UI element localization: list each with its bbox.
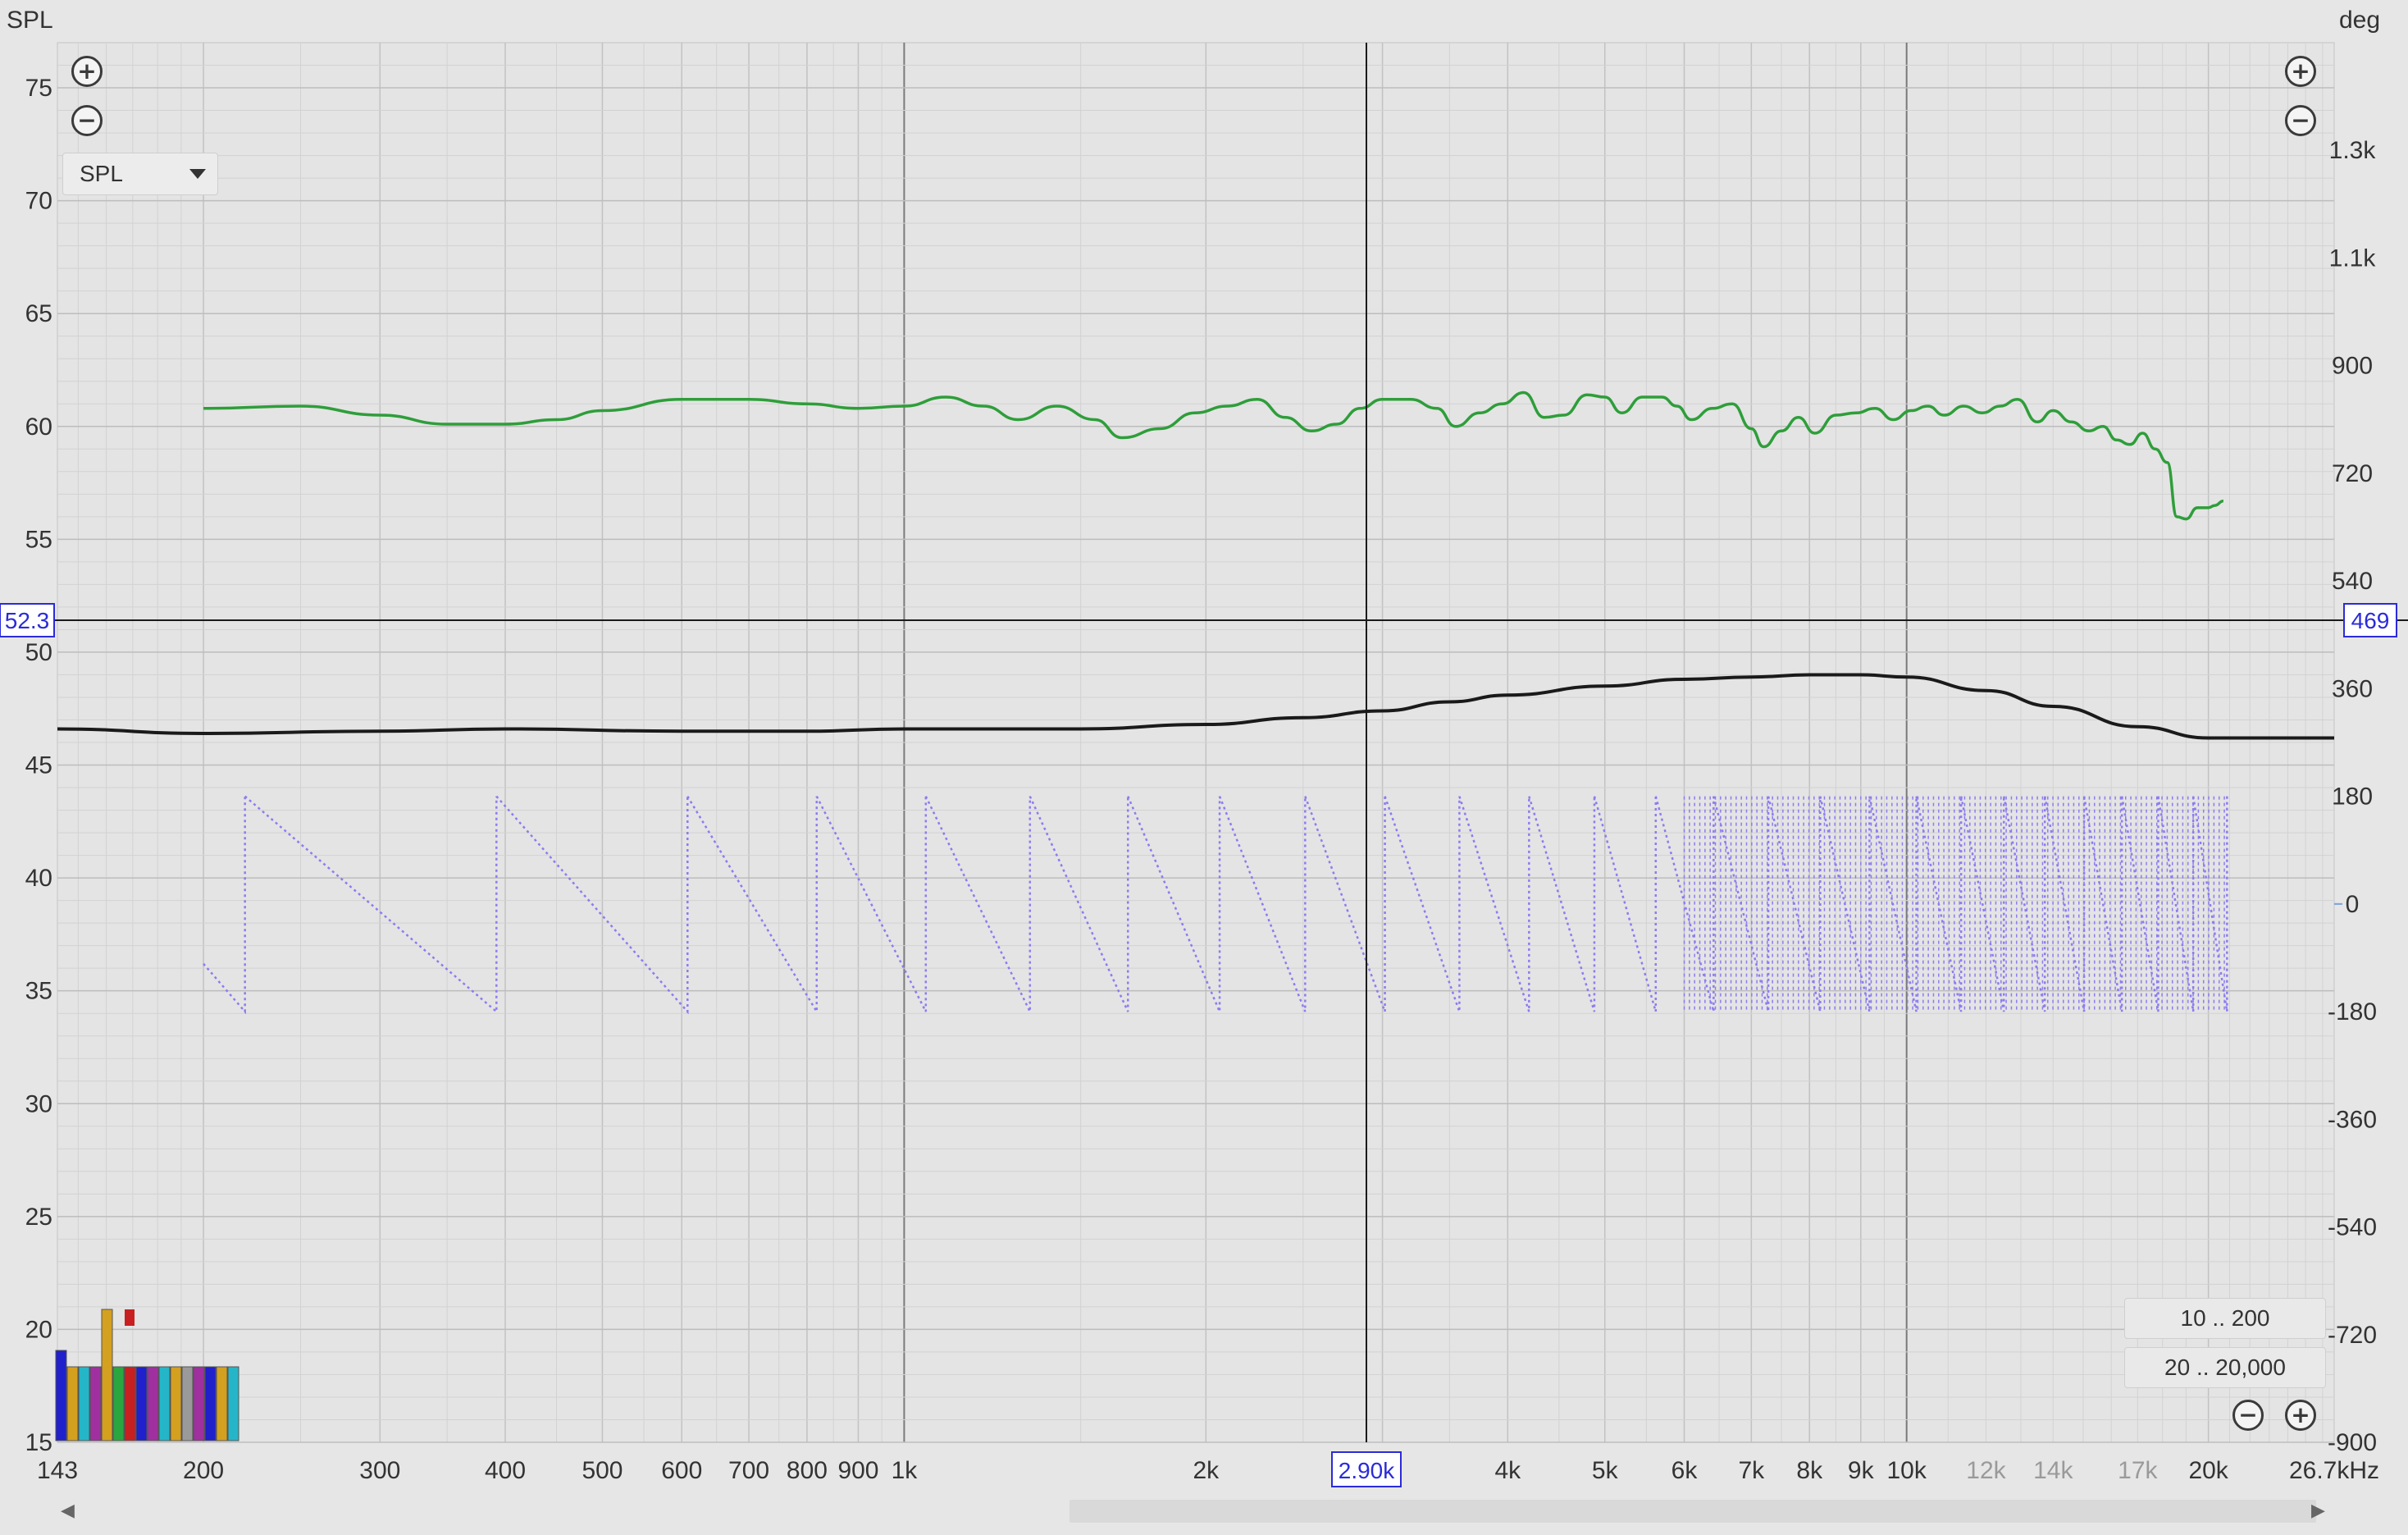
- right-axis-tick-label: 360: [2332, 675, 2373, 702]
- histogram-bar: [193, 1366, 205, 1441]
- cursor-spl-value: 52.3: [5, 608, 50, 633]
- left-axis-tick-label: 60: [25, 413, 52, 441]
- x-axis-tick-label: 10k: [1886, 1457, 1927, 1484]
- right-axis-tick-label: 1.3k: [2329, 137, 2377, 164]
- x-axis-tick-label: 7k: [1739, 1457, 1766, 1484]
- left-axis-tick-label: 75: [25, 75, 52, 102]
- histogram-bar: [227, 1366, 239, 1441]
- x-axis-tick-label: 900: [837, 1457, 878, 1484]
- x-axis-tick-label: 500: [581, 1457, 623, 1484]
- zoom-out-icon[interactable]: −: [2232, 1400, 2264, 1431]
- scrollbar-thumb[interactable]: [1069, 1500, 2316, 1523]
- left-axis-tick-label: 70: [25, 188, 52, 215]
- right-axis-tick-label: 1.1k: [2329, 244, 2377, 272]
- histogram-bar: [55, 1350, 67, 1441]
- range-low-button[interactable]: 10 .. 200: [2124, 1298, 2326, 1339]
- x-axis-tick-label: 700: [728, 1457, 769, 1484]
- left-axis-tick-label: 65: [25, 300, 52, 327]
- histogram-bar: [158, 1366, 171, 1441]
- left-axis-tick-label: 50: [25, 639, 52, 666]
- histogram-bar: [181, 1366, 194, 1441]
- right-axis-tick-label: -360: [2328, 1106, 2377, 1133]
- x-axis-tick-label: 17k: [2118, 1457, 2158, 1484]
- right-axis-tick-label: 0: [2346, 891, 2360, 918]
- histogram-bar: [170, 1366, 182, 1441]
- histogram-bar: [204, 1366, 217, 1441]
- cursor-freq-value: 2.90k: [1339, 1458, 1395, 1483]
- left-axis-tick-label: 20: [25, 1316, 52, 1343]
- right-axis-tick-label: -900: [2328, 1429, 2377, 1456]
- zoom-in-icon[interactable]: +: [2285, 1400, 2316, 1431]
- left-axis-tick-label: 25: [25, 1204, 52, 1231]
- x-axis-tick-label: 143: [37, 1457, 78, 1484]
- spl-dropdown[interactable]: SPL: [62, 153, 218, 195]
- x-axis-tick-label: 1k: [892, 1457, 919, 1484]
- x-axis-tick-label: 9k: [1848, 1457, 1875, 1484]
- x-axis-tick-label: 200: [183, 1457, 224, 1484]
- left-axis-tick-label: 55: [25, 526, 52, 553]
- spl-dropdown-label: SPL: [80, 161, 123, 186]
- x-axis-tick-label: 14k: [2033, 1457, 2073, 1484]
- x-axis-tick-label: 800: [787, 1457, 828, 1484]
- zoom-in-icon[interactable]: +: [71, 56, 103, 87]
- histogram-bar: [112, 1366, 125, 1441]
- histogram-bar: [78, 1366, 90, 1441]
- x-axis-tick-label: 400: [485, 1457, 526, 1484]
- right-axis-tick-label: -180: [2328, 998, 2377, 1026]
- scroll-right-icon[interactable]: ▶: [2311, 1501, 2325, 1521]
- left-axis-title: SPL: [7, 7, 53, 34]
- zoom-in-icon[interactable]: +: [2285, 56, 2316, 87]
- x-axis-tick-label: 12k: [1966, 1457, 2006, 1484]
- right-axis-tick-label: 720: [2332, 460, 2373, 487]
- left-axis-tick-label: 15: [25, 1429, 52, 1456]
- x-axis-tick-label: 4k: [1494, 1457, 1521, 1484]
- histogram-bar: [89, 1366, 102, 1441]
- zoom-out-icon[interactable]: −: [71, 105, 103, 136]
- left-axis-tick-label: 30: [25, 1090, 52, 1117]
- frequency-response-plot[interactable]: 75 70 65 60 55 50 45 40 35 30 25 20 15 1.3k 1.1k 900 720…: [0, 0, 2408, 1535]
- histogram-bar-peak: [125, 1309, 135, 1326]
- histogram-bar: [135, 1366, 148, 1441]
- histogram-bar: [124, 1366, 136, 1441]
- x-axis-tick-label: 6k: [1671, 1457, 1699, 1484]
- chevron-down-icon: [189, 169, 206, 179]
- x-axis-tick-label: 20k: [2188, 1457, 2228, 1484]
- x-axis-tick-label: 5k: [1592, 1457, 1619, 1484]
- range-high-button[interactable]: 20 .. 20,000: [2124, 1347, 2326, 1388]
- scroll-left-icon[interactable]: ◀: [61, 1501, 75, 1521]
- left-axis-tick-label: 45: [25, 752, 52, 779]
- right-axis-tick-label: 540: [2332, 568, 2373, 595]
- histogram-bar: [216, 1366, 228, 1441]
- right-axis-tick-label: -720: [2328, 1322, 2377, 1349]
- left-axis-tick-label: 35: [25, 978, 52, 1005]
- right-axis-tick-label: -540: [2328, 1214, 2377, 1241]
- right-axis-tick-label: 180: [2332, 783, 2373, 811]
- histogram-bar: [66, 1366, 79, 1441]
- x-axis-tick-label: 300: [359, 1457, 400, 1484]
- cursor-deg-value: 469: [2351, 608, 2390, 633]
- x-axis-tick-label: 8k: [1796, 1457, 1823, 1484]
- left-axis-tick-label: 40: [25, 865, 52, 892]
- histogram-bar: [147, 1366, 159, 1441]
- histogram-bar: [101, 1309, 113, 1441]
- zoom-out-icon[interactable]: −: [2285, 105, 2316, 136]
- x-axis-tick-label: 2k: [1193, 1457, 1220, 1484]
- right-axis-tick-label: 900: [2332, 353, 2373, 380]
- x-axis-tick-label: 26.7kHz: [2289, 1457, 2379, 1484]
- x-axis-tick-label: 600: [661, 1457, 702, 1484]
- right-axis-title: deg: [2339, 7, 2380, 34]
